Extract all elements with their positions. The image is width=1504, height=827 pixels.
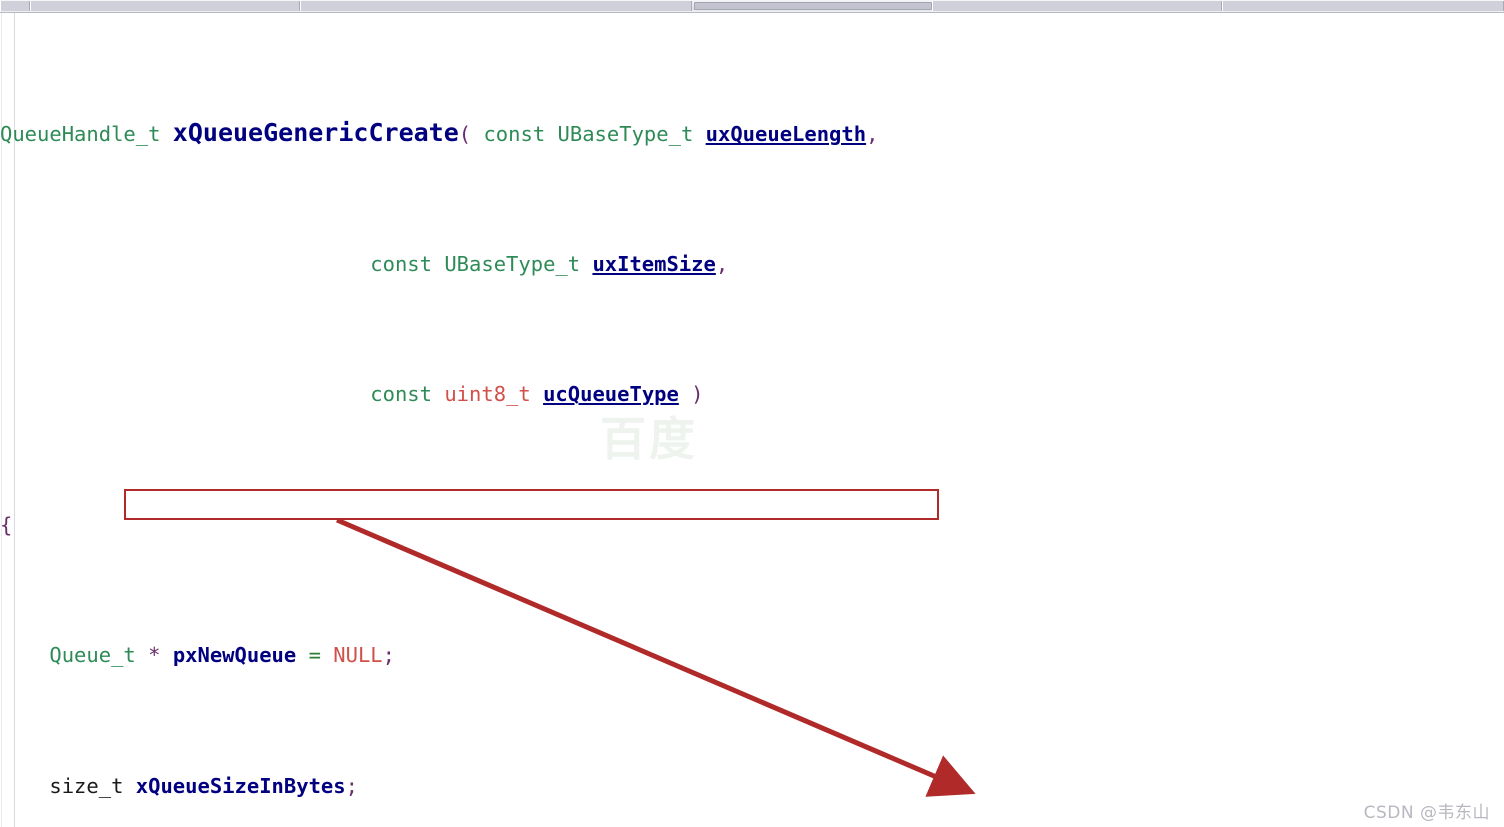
const-keyword: const [370,251,445,276]
return-type: QueueHandle_t [0,122,173,147]
punctuation: , [866,122,879,147]
null-literal: NULL [333,643,383,668]
var-name: xQueueSizeInBytes [135,773,346,798]
source-code-block[interactable]: QueueHandle_t xQueueGenericCreate( const… [0,13,1504,827]
pointer-star: * [135,643,173,668]
punctuation: ; [345,773,358,798]
const-keyword: const [471,122,558,147]
const-keyword: const [370,382,445,407]
punctuation: ( [458,122,472,147]
param-name: uxQueueLength [705,122,867,147]
horizontal-scrollbar-strip[interactable] [0,0,1504,13]
punctuation: ) [678,382,704,407]
code-line[interactable]: const uint8_t ucQueueType ) [0,381,1504,407]
code-line[interactable]: QueueHandle_t xQueueGenericCreate( const… [0,118,1504,148]
code-line[interactable]: Queue_t * pxNewQueue = NULL; [0,642,1504,668]
var-type: Queue_t [49,643,136,668]
punctuation: ; [382,643,395,668]
operator: = [296,643,334,668]
param-type: UBaseType_t [557,122,694,147]
open-brace: { [0,512,13,537]
scrollbar-thumb[interactable] [694,2,932,10]
code-line[interactable]: { [0,512,1504,538]
code-line[interactable]: size_t xQueueSizeInBytes; [0,773,1504,799]
code-line[interactable]: const UBaseType_t uxItemSize, [0,251,1504,277]
editor-text-area[interactable]: 百度 QueueHandle_t xQueueGenericCreate( co… [0,13,1504,827]
param-type: UBaseType_t [444,251,581,276]
code-editor-window: 百度 QueueHandle_t xQueueGenericCreate( co… [0,0,1504,827]
var-name: pxNewQueue [172,643,297,668]
param-type: uint8_t [444,382,531,407]
punctuation: , [715,251,729,276]
param-name: uxItemSize [592,251,716,276]
function-name: xQueueGenericCreate [172,118,459,148]
param-name: ucQueueType [543,382,679,407]
var-type: size_t [49,773,124,798]
